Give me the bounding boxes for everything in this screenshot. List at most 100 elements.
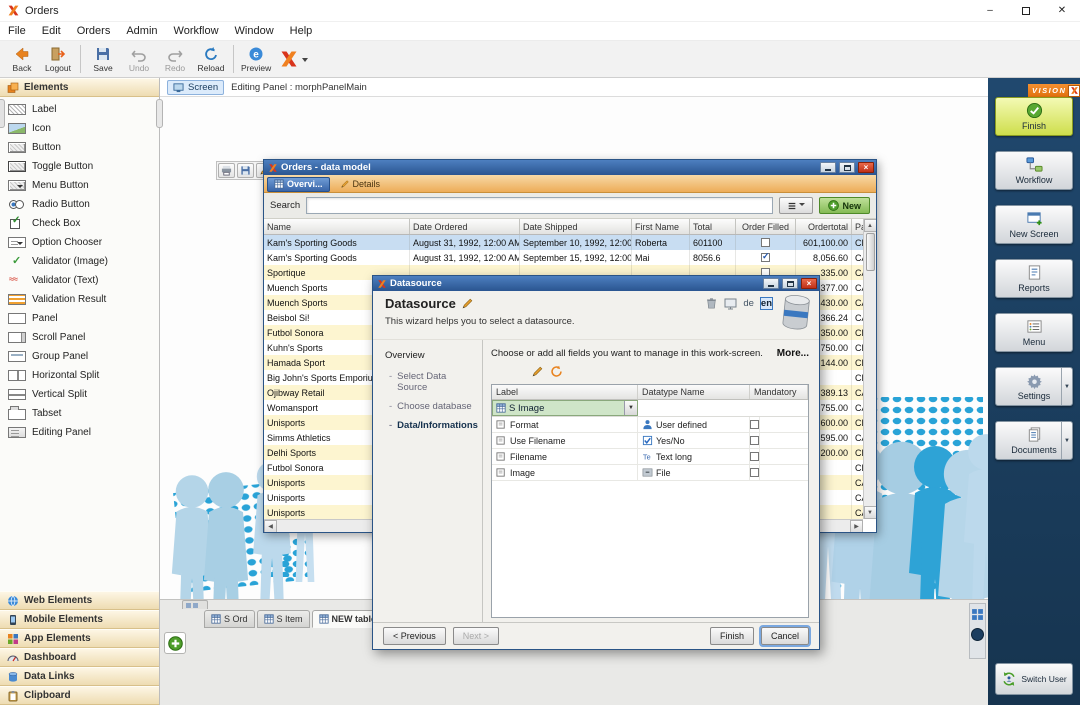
vertical-scrollbar[interactable]: ▲ ▼	[863, 219, 876, 519]
fields-column-label[interactable]: Label	[492, 385, 638, 399]
scroll-down-icon[interactable]: ▼	[864, 506, 877, 519]
minimize-button[interactable]: –	[972, 0, 1008, 21]
chevron-down-icon[interactable]: ▼	[1061, 422, 1072, 459]
palette-item-validation-result[interactable]: Validation Result	[0, 290, 159, 309]
column-header-name[interactable]: Name	[264, 219, 410, 234]
collapsed-tab-stub[interactable]	[182, 600, 208, 609]
menu-file[interactable]: File	[0, 22, 34, 40]
scroll-right-icon[interactable]: ▶	[850, 520, 863, 533]
column-header-first-name[interactable]: First Name	[632, 219, 690, 234]
menu-admin[interactable]: Admin	[118, 22, 165, 40]
edit-pencil-icon[interactable]	[461, 297, 474, 310]
column-header-total[interactable]: Total	[690, 219, 736, 234]
finish-button[interactable]: Finish	[995, 97, 1073, 136]
column-header-pa[interactable]: Pa	[852, 219, 863, 234]
combobox-arrow-icon[interactable]: ▼	[624, 401, 637, 415]
palette-section-clipboard[interactable]: Clipboard	[0, 686, 159, 705]
datasource-titlebar[interactable]: Datasource ×	[373, 276, 819, 291]
column-header-order-filled[interactable]: Order Filled	[736, 219, 796, 234]
palette-item-option-chooser[interactable]: Option Chooser	[0, 233, 159, 252]
edit-field-button[interactable]	[531, 365, 544, 378]
mandatory-checkbox[interactable]	[750, 452, 759, 461]
wizard-step-overview[interactable]: Overview	[385, 350, 478, 361]
new-screen-button[interactable]: New Screen	[995, 205, 1073, 244]
fields-column-datatype-name[interactable]: Datatype Name	[638, 385, 750, 399]
palette-item-scroll-panel[interactable]: Scroll Panel	[0, 328, 159, 347]
refresh-fields-button[interactable]	[550, 365, 563, 378]
palette-item-horizontal-split[interactable]: Horizontal Split	[0, 366, 159, 385]
reload-button[interactable]: Reload	[193, 42, 229, 77]
order-filled-checkbox[interactable]	[761, 238, 770, 247]
palette-section-dashboard[interactable]: Dashboard	[0, 648, 159, 667]
window-minimize-button[interactable]	[820, 162, 836, 173]
wizard-step-data-informations[interactable]: -Data/Informations	[389, 420, 478, 431]
breadcrumb-screen-chip[interactable]: Screen	[167, 80, 224, 95]
palette-item-tabset[interactable]: Tabset	[0, 404, 159, 423]
visionx-menu-button[interactable]	[274, 42, 313, 77]
palette-item-check-box[interactable]: Check Box	[0, 214, 159, 233]
table-menu-button[interactable]	[779, 197, 813, 214]
print-button[interactable]	[218, 163, 235, 178]
menu-button[interactable]: Menu	[995, 313, 1073, 352]
palette-item-editing-panel[interactable]: Editing Panel	[0, 423, 159, 442]
palette-item-vertical-split[interactable]: Vertical Split	[0, 385, 159, 404]
mandatory-checkbox[interactable]	[750, 468, 759, 477]
window-close-button[interactable]: ×	[858, 162, 874, 173]
menu-orders[interactable]: Orders	[69, 22, 119, 40]
next-button[interactable]: Next >	[453, 627, 499, 645]
palette-item-validator-text[interactable]: Validator (Text)	[0, 271, 159, 290]
design-canvas[interactable]: Orders - data model × Overvi... Details	[160, 97, 988, 599]
palette-item-validator-image[interactable]: Validator (Image)	[0, 252, 159, 271]
table-row[interactable]: Kam's Sporting GoodsAugust 31, 1992, 12:…	[264, 235, 863, 250]
dialog-maximize-button[interactable]	[782, 278, 798, 289]
logout-button[interactable]: Logout	[40, 42, 76, 77]
bottom-tab-s-item[interactable]: S Item	[257, 610, 310, 628]
order-filled-checkbox[interactable]	[761, 253, 770, 262]
collapse-handle-left[interactable]	[0, 99, 5, 128]
scroll-up-icon[interactable]: ▲	[864, 219, 877, 232]
column-header-date-shipped[interactable]: Date Shipped	[520, 219, 632, 234]
language-de-button[interactable]: de	[743, 298, 754, 309]
field-row-use-filename[interactable]: Use FilenameYes/No	[492, 433, 808, 449]
chevron-down-icon[interactable]: ▼	[1061, 368, 1072, 405]
palette-item-icon[interactable]: Icon	[0, 119, 159, 138]
search-input[interactable]	[306, 197, 773, 214]
mandatory-checkbox[interactable]	[750, 420, 759, 429]
previous-button[interactable]: < Previous	[383, 627, 446, 645]
remove-field-button[interactable]	[512, 365, 525, 378]
close-button[interactable]: ✕	[1044, 0, 1080, 21]
fields-column-mandatory[interactable]: Mandatory	[750, 385, 808, 399]
palette-item-group-panel[interactable]: Group Panel	[0, 347, 159, 366]
preview-screen-button[interactable]	[724, 297, 737, 310]
collapse-circle-button[interactable]	[971, 628, 984, 641]
palette-section-web-elements[interactable]: Web Elements	[0, 591, 159, 610]
scroll-thumb[interactable]	[866, 233, 875, 271]
field-row-filename[interactable]: FilenameTeText long	[492, 449, 808, 465]
menu-help[interactable]: Help	[282, 22, 321, 40]
delete-button[interactable]	[705, 297, 718, 310]
tab-overview[interactable]: Overvi...	[267, 177, 330, 192]
menu-window[interactable]: Window	[227, 22, 282, 40]
more-link[interactable]: More...	[777, 348, 809, 359]
save-button[interactable]: Save	[85, 42, 121, 77]
switch-user-button[interactable]: Switch User	[995, 663, 1073, 695]
dialog-minimize-button[interactable]	[763, 278, 779, 289]
back-button[interactable]: Back	[4, 42, 40, 77]
cancel-button[interactable]: Cancel	[761, 627, 809, 645]
wizard-step-choose-database[interactable]: -Choose database	[389, 401, 478, 412]
menu-edit[interactable]: Edit	[34, 22, 69, 40]
column-header-date-ordered[interactable]: Date Ordered	[410, 219, 520, 234]
palette-section-data-links[interactable]: Data Links	[0, 667, 159, 686]
dialog-close-button[interactable]: ×	[801, 278, 817, 289]
new-record-button[interactable]: New	[819, 197, 870, 214]
workflow-button[interactable]: Workflow	[995, 151, 1073, 190]
table-row[interactable]: Kam's Sporting GoodsAugust 31, 1992, 12:…	[264, 250, 863, 265]
palette-item-menu-button[interactable]: Menu Button	[0, 176, 159, 195]
window-maximize-button[interactable]	[839, 162, 855, 173]
redo-button[interactable]: Redo	[157, 42, 193, 77]
field-row-s-image[interactable]: S Image ▼	[492, 400, 808, 417]
add-table-button[interactable]	[164, 632, 186, 654]
preview-button[interactable]: ePreview	[238, 42, 274, 77]
palette-item-label[interactable]: Label	[0, 100, 159, 119]
palette-section-app-elements[interactable]: App Elements	[0, 629, 159, 648]
